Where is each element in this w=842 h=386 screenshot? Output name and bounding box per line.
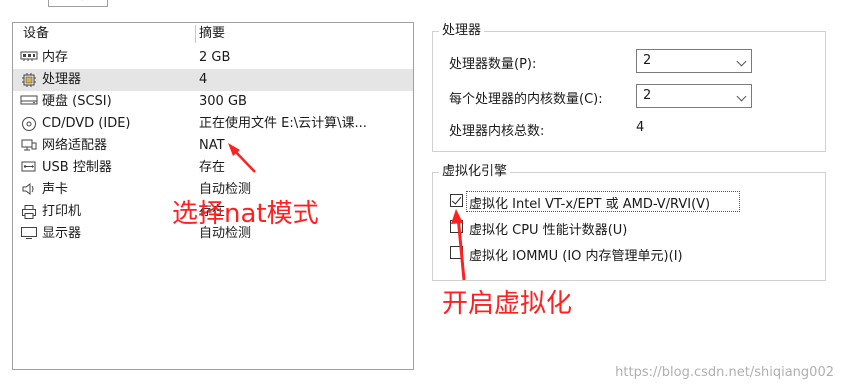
annotation-arrows <box>228 143 466 281</box>
annotation-select-nat: 选择nat模式 <box>172 199 319 229</box>
annotation-enable-virtualization: 开启虚拟化 <box>442 289 573 319</box>
watermark: https://blog.csdn.net/shiqiang002 <box>615 365 834 380</box>
arrow-to-nat <box>228 143 256 173</box>
arrow-to-virtualization <box>451 209 466 281</box>
